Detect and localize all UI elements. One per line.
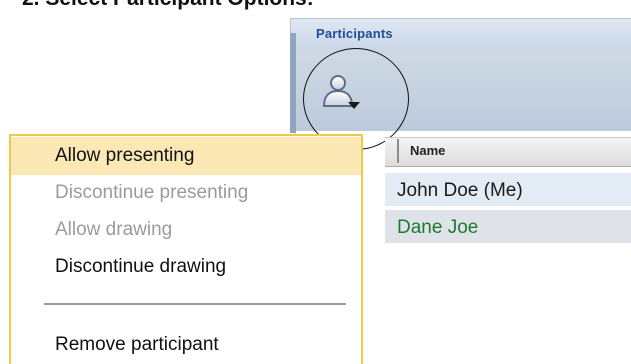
menu-item-allow-presenting[interactable]: Allow presenting	[11, 137, 361, 175]
menu-item-allow-drawing: Allow drawing	[11, 211, 361, 249]
menu-item-discontinue-presenting: Discontinue presenting	[11, 174, 361, 212]
menu-item-discontinue-drawing[interactable]: Discontinue drawing	[11, 248, 361, 286]
menu-item-remove-participant[interactable]: Remove participant	[11, 326, 361, 364]
instruction-heading: 2. Select Participant Options:	[22, 0, 314, 11]
panel-title: Participants	[316, 26, 393, 41]
participant-options-menu: Allow presenting Discontinue presenting …	[9, 134, 363, 364]
panel-left-edge	[290, 33, 296, 133]
menu-item-label: Discontinue drawing	[55, 256, 227, 277]
panel-header: Participants	[290, 18, 631, 52]
menu-item-label: Allow drawing	[55, 219, 173, 240]
column-header-name[interactable]: Name	[410, 143, 445, 158]
menu-separator	[44, 303, 346, 305]
menu-item-label: Discontinue presenting	[55, 182, 249, 203]
column-divider	[397, 139, 399, 163]
menu-item-label: Remove participant	[55, 334, 219, 355]
participant-name: Dane Joe	[397, 217, 479, 238]
participant-name: John Doe (Me)	[397, 180, 523, 201]
menu-item-label: Allow presenting	[55, 145, 195, 166]
